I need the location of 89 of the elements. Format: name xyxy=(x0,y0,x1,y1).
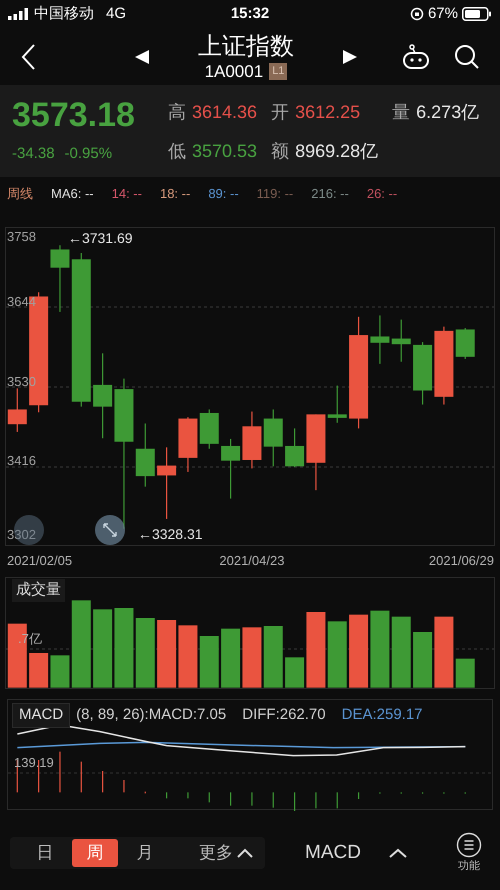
expand-icon xyxy=(102,522,118,538)
candlestick xyxy=(370,315,390,364)
candlestick xyxy=(136,424,155,487)
period-label: 周线 xyxy=(7,185,33,202)
indicator-legend: 119: -- xyxy=(256,185,294,202)
caret-icon[interactable] xyxy=(388,848,407,858)
candlestick xyxy=(200,409,219,449)
volume-bar xyxy=(264,626,283,688)
diff-value: DIFF:262.70 xyxy=(242,705,326,725)
search-icon[interactable] xyxy=(454,44,480,70)
candlestick xyxy=(285,428,304,467)
period-tab[interactable]: 日 xyxy=(22,839,68,867)
volume-bar xyxy=(456,658,475,688)
volume-bar xyxy=(242,627,262,688)
candlestick xyxy=(392,320,411,362)
date-label: 2021/06/29 xyxy=(428,553,494,567)
next-button[interactable] xyxy=(342,48,358,64)
volume-bar xyxy=(136,618,155,688)
stat-value: 3570.53 xyxy=(192,140,258,163)
date-label: 2021/02/05 xyxy=(7,553,72,567)
stat-value: 8969.28亿 xyxy=(295,140,378,163)
more-button[interactable]: 更多 xyxy=(199,840,253,866)
candlestick xyxy=(8,388,27,432)
period-tab[interactable]: 周 xyxy=(72,839,118,867)
stock-code: 1A0001 xyxy=(204,62,264,82)
caret-icon xyxy=(237,848,253,858)
signal-icon xyxy=(8,8,30,20)
indicator-legend: MA6: -- xyxy=(51,185,94,202)
volume-bar xyxy=(200,636,219,688)
volume-bar xyxy=(285,657,304,688)
stat-value: 3614.36 xyxy=(192,101,258,124)
candlestick xyxy=(413,342,432,405)
expand-button[interactable] xyxy=(95,515,125,545)
volume-title: 成交量 xyxy=(12,579,65,602)
rotation-lock-icon xyxy=(410,7,424,21)
stat-label: 高 xyxy=(168,101,186,124)
carrier-name: 中国移动 xyxy=(34,4,94,24)
previous-button[interactable] xyxy=(134,48,150,64)
candlestick xyxy=(157,447,176,519)
battery-icon xyxy=(462,7,492,21)
period-tab[interactable]: 月 xyxy=(122,839,168,867)
axis-label: 3302 xyxy=(7,527,36,542)
volume-bar xyxy=(178,625,198,688)
indicator-legend: 26: -- xyxy=(366,185,398,202)
stat-label: 开 xyxy=(271,101,290,124)
volume-bar xyxy=(392,616,411,688)
percent-change: -0.95% xyxy=(64,144,112,164)
level-badge: L1 xyxy=(269,63,288,80)
volume-bar xyxy=(434,616,454,688)
candlestick xyxy=(50,245,70,312)
volume-bar xyxy=(50,655,70,688)
volume-bar xyxy=(413,632,432,688)
volume-bar xyxy=(221,628,240,688)
price-annotation: ←3731.69 xyxy=(68,230,133,246)
last-price: 3573.18 xyxy=(12,95,136,135)
network-type: 4G xyxy=(106,4,126,24)
indicator-legend: 18: -- xyxy=(160,185,190,202)
indicator-button[interactable]: MACD xyxy=(305,838,361,868)
battery-percent: 67% xyxy=(428,4,458,24)
candlestick xyxy=(328,386,347,423)
stat-label: 低 xyxy=(168,140,186,163)
axis-label: 3758 xyxy=(7,229,36,244)
candlestick xyxy=(178,417,198,472)
indicator-title: MACD xyxy=(12,703,70,728)
date-label: 2021/04/23 xyxy=(219,553,284,567)
volume-bar xyxy=(328,621,347,688)
candlestick xyxy=(456,328,475,359)
candlestick xyxy=(264,409,283,466)
volume-bar xyxy=(29,653,48,688)
robot-icon[interactable] xyxy=(402,44,430,70)
macd-value: (8, 89, 26):MACD:7.05 xyxy=(76,705,226,725)
candlestick xyxy=(221,438,240,499)
volume-bar xyxy=(157,620,176,688)
indicator-legend: 216: -- xyxy=(311,185,349,202)
price-annotation: ←3328.31 xyxy=(138,526,203,542)
candlestick xyxy=(242,412,262,468)
menu-icon xyxy=(456,832,482,858)
stat-value: 3612.25 xyxy=(295,101,360,124)
indicator-legend: 89: -- xyxy=(208,185,239,202)
stat-value: 6.273亿 xyxy=(416,101,480,124)
price-change: -34.38 xyxy=(12,144,55,164)
indicator-legend: 14: -- xyxy=(112,185,142,202)
dea-value: DEA:259.17 xyxy=(342,705,423,725)
stat-label: 额 xyxy=(271,140,290,163)
stock-title: 上证指数 xyxy=(198,32,294,62)
clock-time: 15:32 xyxy=(230,4,270,24)
function-menu-button[interactable]: 功能 xyxy=(456,832,482,874)
stat-label: 量 xyxy=(392,101,410,124)
axis-label: 3416 xyxy=(7,453,36,468)
